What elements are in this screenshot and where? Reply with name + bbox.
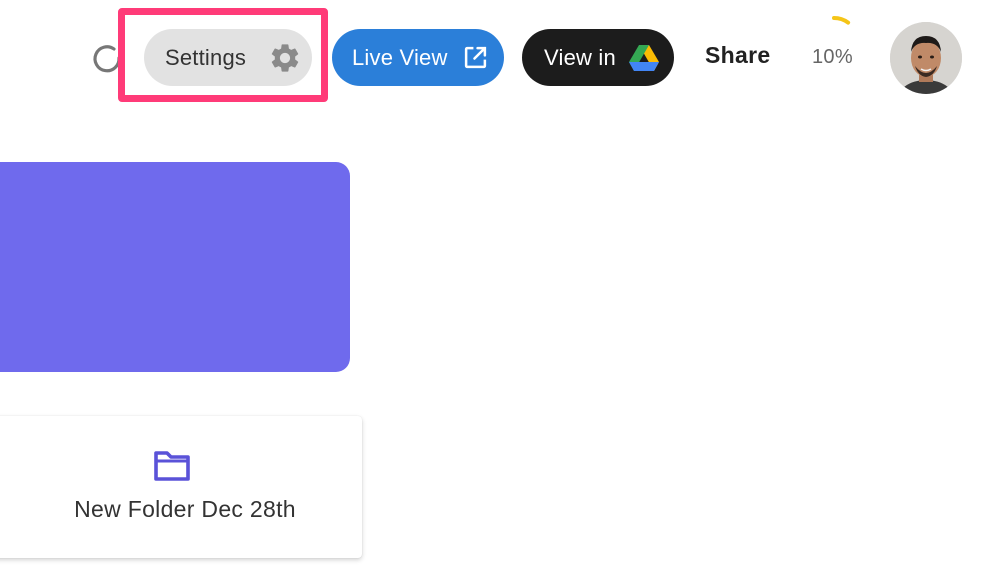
- progress-arc: [832, 16, 851, 25]
- settings-highlight-box: [118, 8, 328, 102]
- live-view-button[interactable]: Live View: [332, 29, 504, 86]
- folder-name: New Folder Dec 28th: [74, 496, 296, 522]
- external-link-icon: [464, 46, 487, 69]
- progress-percentage: 10%: [812, 46, 853, 68]
- page: Settings Live View View in Share 10% New…: [0, 0, 1004, 566]
- share-button[interactable]: Share: [705, 42, 770, 69]
- folder-banner: [0, 162, 350, 372]
- google-drive-icon: [629, 45, 659, 71]
- avatar-image: [890, 22, 962, 94]
- view-in-label: View in: [544, 44, 616, 70]
- folder-card[interactable]: New Folder Dec 28th: [0, 416, 362, 558]
- user-avatar[interactable]: [890, 22, 962, 94]
- view-in-drive-button[interactable]: View in: [522, 29, 674, 86]
- folder-icon: [154, 451, 190, 481]
- live-view-label: Live View: [352, 44, 448, 70]
